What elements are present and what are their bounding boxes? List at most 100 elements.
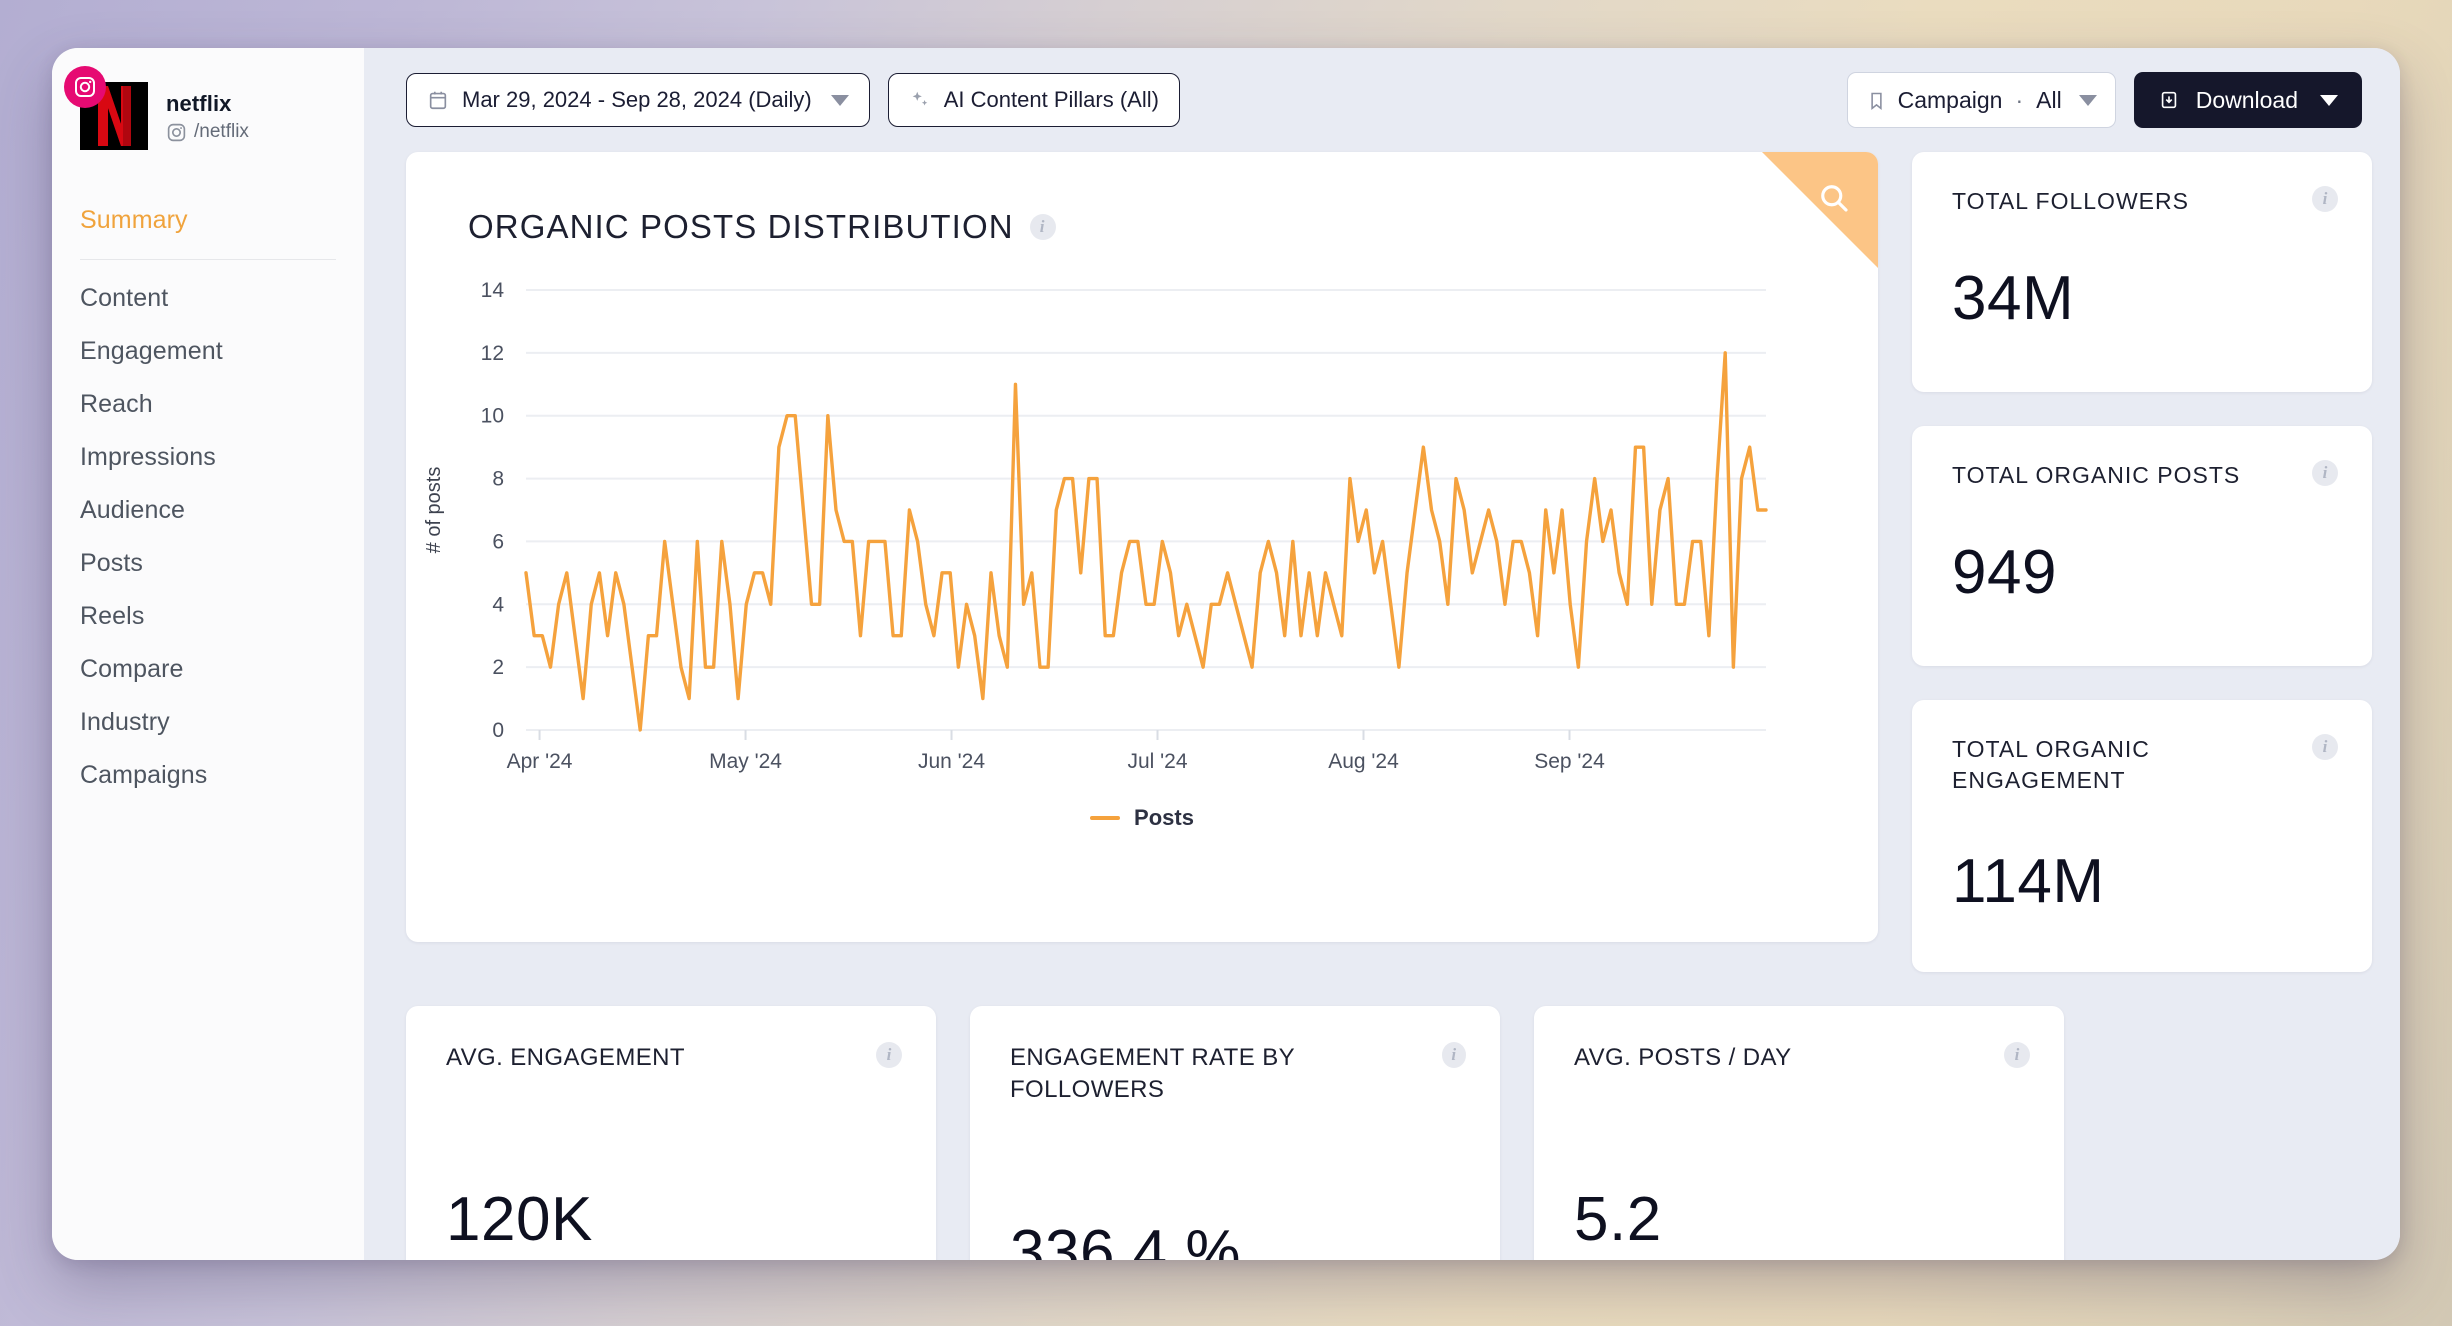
kpi-total-organic-engagement: TOTAL ORGANIC ENGAGEMENT i 114M	[1912, 700, 2372, 972]
kpi-label: TOTAL ORGANIC ENGAGEMENT	[1952, 736, 2150, 794]
ai-content-pillars-button[interactable]: AI Content Pillars (All)	[887, 73, 1180, 127]
x-axis-tick: May '24	[709, 750, 782, 773]
chart-title-text: ORGANIC POSTS DISTRIBUTION	[468, 208, 1014, 245]
sidebar-item-label: Content	[80, 284, 169, 312]
sidebar-nav: Summary Content Engagement Reach Impress…	[52, 194, 364, 802]
content-area: ORGANIC POSTS DISTRIBUTION i 0 2 4 6 8 10 12 14…	[364, 152, 2400, 972]
kpi-label: AVG. POSTS / DAY	[1574, 1044, 1792, 1071]
sidebar-item-label: Engagement	[80, 337, 223, 365]
sidebar-item-summary[interactable]: Summary	[52, 194, 364, 247]
kpi-label: AVG. ENGAGEMENT	[446, 1044, 685, 1071]
toolbar: Mar 29, 2024 - Sep 28, 2024 (Daily) AI C…	[364, 48, 2400, 152]
sidebar-item-reach[interactable]: Reach	[52, 378, 364, 431]
bookmark-icon	[1870, 92, 1882, 110]
kpi-value: 949	[1952, 538, 2057, 608]
legend-swatch-posts	[1090, 816, 1121, 820]
sidebar-item-label: Posts	[80, 549, 144, 577]
y-axis-tick: 12	[481, 342, 504, 365]
calendar-icon	[429, 91, 447, 110]
sidebar-item-label: Impressions	[80, 443, 216, 471]
kpi-label: ENGAGEMENT RATE BY FOLLOWERS	[1010, 1044, 1295, 1104]
x-axis-tick: Aug '24	[1328, 750, 1399, 773]
chevron-down-icon	[2078, 94, 2097, 106]
sidebar-item-content[interactable]: Content	[52, 272, 364, 325]
sidebar-item-label: Industry	[80, 708, 170, 736]
kpi-label: TOTAL ORGANIC POSTS	[1952, 462, 2241, 488]
ai-content-pillars-label: AI Content Pillars (All)	[943, 87, 1159, 112]
bottom-kpi-row: AVG. ENGAGEMENT i 120K ENGAGEMENT RATE B…	[364, 972, 2400, 1260]
date-range-picker[interactable]: Mar 29, 2024 - Sep 28, 2024 (Daily)	[406, 73, 870, 127]
sidebar: netflix /netflix Summary Content Engagem…	[52, 48, 364, 1260]
chevron-down-icon	[830, 94, 849, 106]
brand-handle-text: /netflix	[194, 121, 249, 142]
info-icon[interactable]: i	[2004, 1042, 2030, 1068]
campaign-filter[interactable]: Campaign · All	[1846, 72, 2116, 128]
kpi-value: 114M	[1952, 847, 2105, 917]
kpi-avg-posts-per-day: AVG. POSTS / DAY i 5.2	[1534, 1006, 2064, 1260]
kpi-avg-engagement: AVG. ENGAGEMENT i 120K	[406, 1006, 936, 1260]
y-axis-tick: 14	[481, 279, 505, 302]
sidebar-item-audience[interactable]: Audience	[52, 484, 364, 537]
y-axis-tick: 6	[492, 530, 504, 553]
y-axis-tick: 8	[492, 468, 504, 491]
sidebar-item-industry[interactable]: Industry	[52, 696, 364, 749]
sidebar-item-compare[interactable]: Compare	[52, 643, 364, 696]
chevron-down-icon	[2320, 94, 2338, 106]
kpi-total-organic-posts: TOTAL ORGANIC POSTS i 949	[1912, 426, 2372, 666]
sidebar-item-label: Reels	[80, 602, 145, 630]
sidebar-item-reels[interactable]: Reels	[52, 590, 364, 643]
sidebar-item-posts[interactable]: Posts	[52, 537, 364, 590]
sidebar-item-impressions[interactable]: Impressions	[52, 431, 364, 484]
kpi-value: 34M	[1952, 264, 2075, 334]
x-axis-tick: Sep '24	[1534, 750, 1605, 773]
kpi-value: 120K	[446, 1185, 593, 1255]
x-axis-tick: Jun '24	[918, 750, 985, 773]
campaign-separator: ·	[2015, 86, 2024, 113]
legend-label-posts: Posts	[1134, 805, 1194, 830]
sidebar-item-label: Reach	[80, 390, 153, 418]
kpi-total-followers: TOTAL FOLLOWERS i 34M	[1912, 152, 2372, 392]
sidebar-item-engagement[interactable]: Engagement	[52, 325, 364, 378]
instagram-icon	[64, 66, 106, 108]
sidebar-item-label: Audience	[80, 496, 186, 524]
info-icon[interactable]: i	[876, 1042, 902, 1068]
y-axis-tick: 10	[481, 405, 504, 428]
avatar	[64, 66, 148, 150]
y-axis-label: # of posts	[423, 467, 445, 554]
kpi-engagement-rate-by-followers: ENGAGEMENT RATE BY FOLLOWERS i 336.4 %	[970, 1006, 1500, 1260]
sidebar-item-label: Compare	[80, 655, 184, 683]
brand-block: netflix /netflix	[52, 66, 364, 150]
download-icon	[2161, 91, 2176, 109]
kpi-label: TOTAL FOLLOWERS	[1952, 188, 2189, 214]
download-label: Download	[2195, 86, 2298, 113]
kpi-value: 5.2	[1574, 1185, 1662, 1255]
sidebar-item-label: Campaigns	[80, 761, 208, 789]
info-icon[interactable]: i	[1441, 1042, 1466, 1068]
brand-name: netflix	[166, 91, 232, 116]
sidebar-divider	[80, 259, 336, 260]
info-icon[interactable]: i	[2312, 186, 2338, 212]
y-axis-tick: 2	[492, 656, 504, 679]
x-axis-tick: Apr '24	[507, 750, 573, 773]
card-search-corner[interactable]	[1762, 152, 1878, 268]
search-icon	[1821, 185, 1848, 212]
download-button[interactable]: Download	[2133, 72, 2362, 128]
app-window: netflix /netflix Summary Content Engagem…	[52, 48, 2400, 1260]
sidebar-item-campaigns[interactable]: Campaigns	[52, 749, 364, 802]
kpi-column: TOTAL FOLLOWERS i 34M TOTAL ORGANIC POST…	[1912, 152, 2372, 972]
main-panel: Mar 29, 2024 - Sep 28, 2024 (Daily) AI C…	[364, 48, 2400, 1260]
kpi-value: 336.4 %	[1010, 1217, 1242, 1260]
chart-title: ORGANIC POSTS DISTRIBUTION i	[406, 152, 1878, 246]
chart-legend: Posts	[406, 805, 1878, 831]
y-axis-tick: 4	[492, 593, 504, 616]
info-icon[interactable]: i	[2312, 734, 2338, 760]
info-icon[interactable]: i	[2312, 460, 2338, 486]
organic-posts-distribution-card: ORGANIC POSTS DISTRIBUTION i 0 2 4 6 8 10 12 14…	[406, 152, 1878, 942]
brand-handle: /netflix	[166, 121, 249, 143]
sidebar-item-label: Summary	[80, 206, 188, 234]
x-axis-tick: Jul '24	[1127, 750, 1187, 773]
info-icon[interactable]: i	[1029, 214, 1056, 240]
date-range-label: Mar 29, 2024 - Sep 28, 2024 (Daily)	[462, 87, 812, 112]
posts-line-chart: 0 2 4 6 8 10 12 14 # of posts Apr '24 May '24 Jun '…	[423, 279, 1768, 773]
y-axis-tick: 0	[492, 719, 504, 742]
